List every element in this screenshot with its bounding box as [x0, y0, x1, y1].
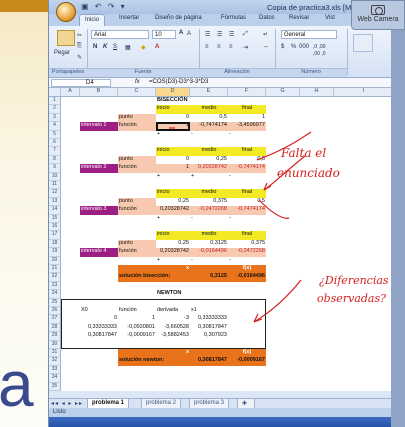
annotation-note-2-line-1: ¿Diferencias: [319, 274, 389, 287]
background-letter: a: [0, 348, 34, 420]
web-camera-label: Web Camera: [357, 16, 399, 23]
excel-window: ▣ ↶ ↷ ▾ Copia de practica3.xls [Modo de …: [48, 0, 391, 427]
office-button[interactable]: [56, 2, 76, 22]
desktop-bar: [0, 0, 48, 12]
annotation-note-1-line-1: Falta el: [281, 146, 327, 160]
annotation-note-2-line-2: observadas?: [317, 292, 386, 305]
desktop-edge: [391, 0, 405, 427]
web-camera-widget[interactable]: Web Camera: [351, 0, 405, 30]
annotation-note-1-line-2: enunciado: [277, 166, 340, 180]
annotation-strokes: [169, 127, 312, 323]
camera-icon: [371, 5, 385, 15]
